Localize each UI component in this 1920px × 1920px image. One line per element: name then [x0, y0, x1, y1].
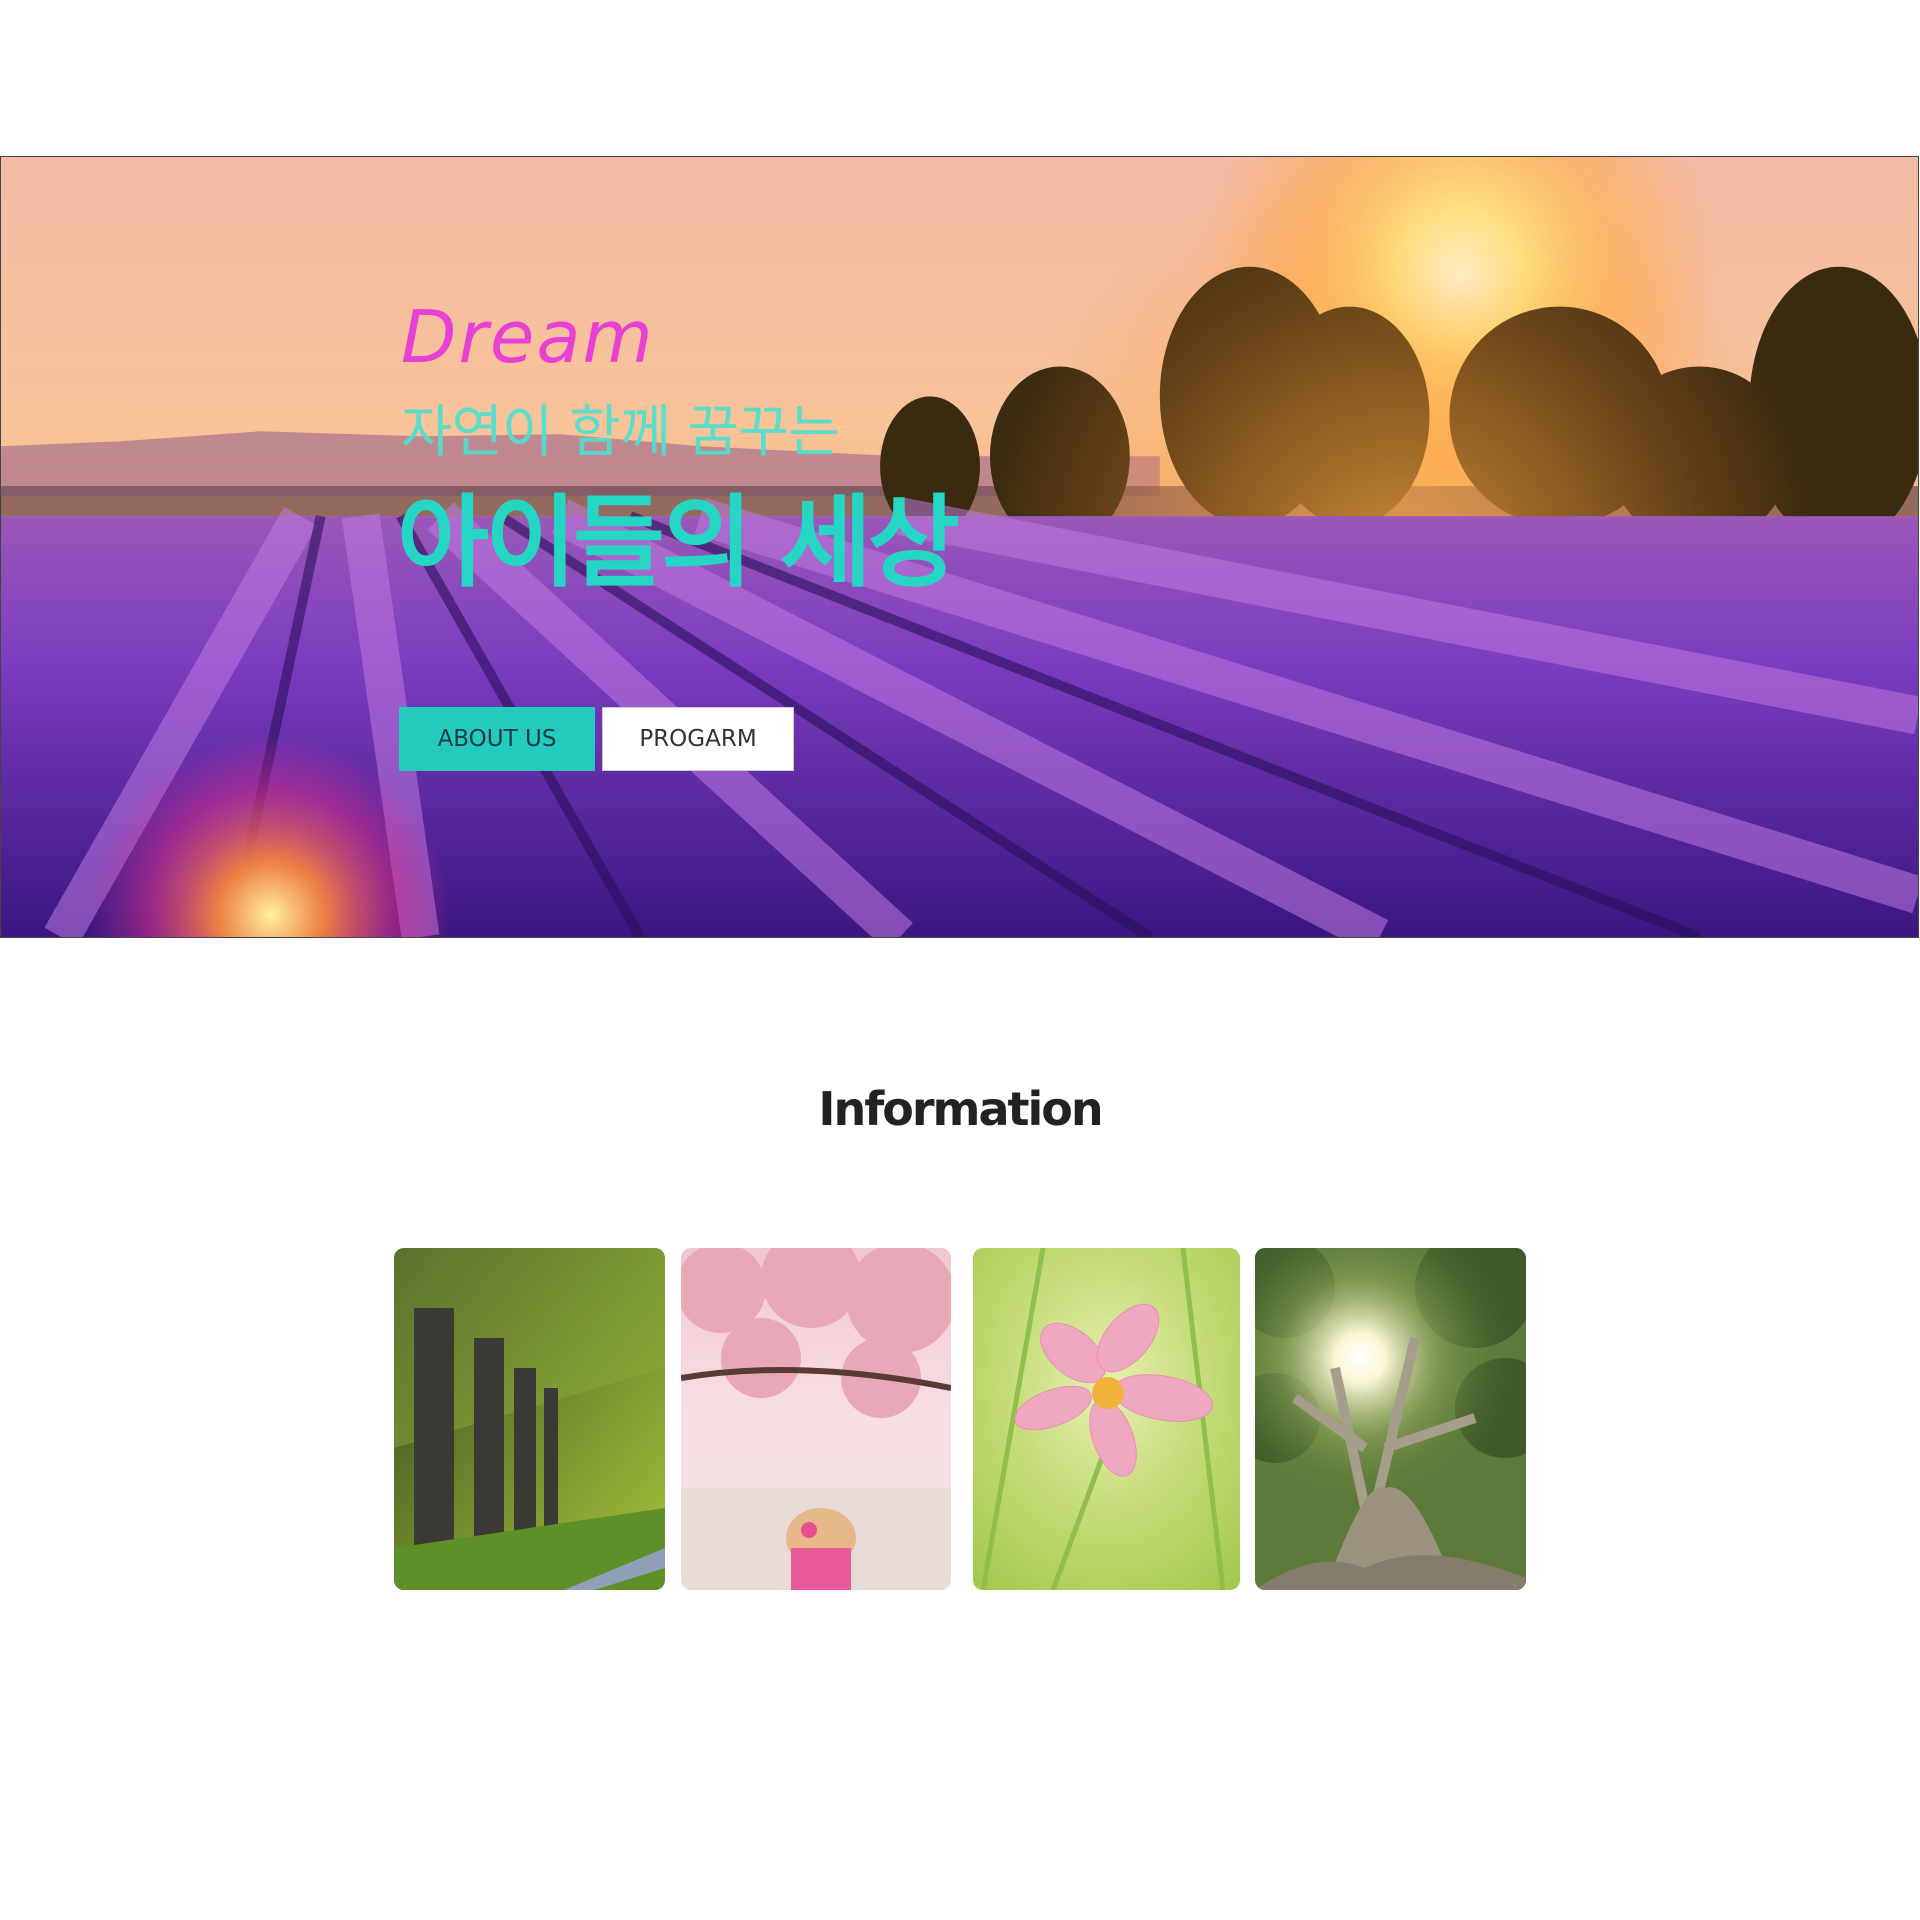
tree-avenue-image	[394, 1248, 665, 1590]
info-card-cosmos-flower[interactable]	[973, 1248, 1240, 1590]
hero-subtitle: 자연이 함께 꿈꾸는	[401, 400, 840, 465]
about-us-button[interactable]: ABOUT US	[399, 707, 595, 771]
hero-banner: Dream 자연이 함께 꿈꾸는 아이들의 세상 ABOUT US PROGAR…	[0, 156, 1919, 938]
lavender-field-sunset-image	[1, 157, 1918, 937]
hero-kicker: Dream	[401, 295, 655, 379]
cherry-blossom-child-image	[681, 1248, 951, 1590]
large-tree-sunburst-image	[1255, 1248, 1526, 1590]
hero-headline: 아이들의 세상	[397, 484, 960, 601]
info-card-tree-avenue[interactable]	[394, 1248, 665, 1590]
program-button[interactable]: PROGARM	[602, 707, 794, 771]
information-title: Information	[818, 1082, 1103, 1136]
info-card-cherry-blossom[interactable]	[681, 1248, 951, 1590]
info-card-big-tree[interactable]	[1255, 1248, 1526, 1590]
pink-cosmos-flower-image	[973, 1248, 1240, 1590]
